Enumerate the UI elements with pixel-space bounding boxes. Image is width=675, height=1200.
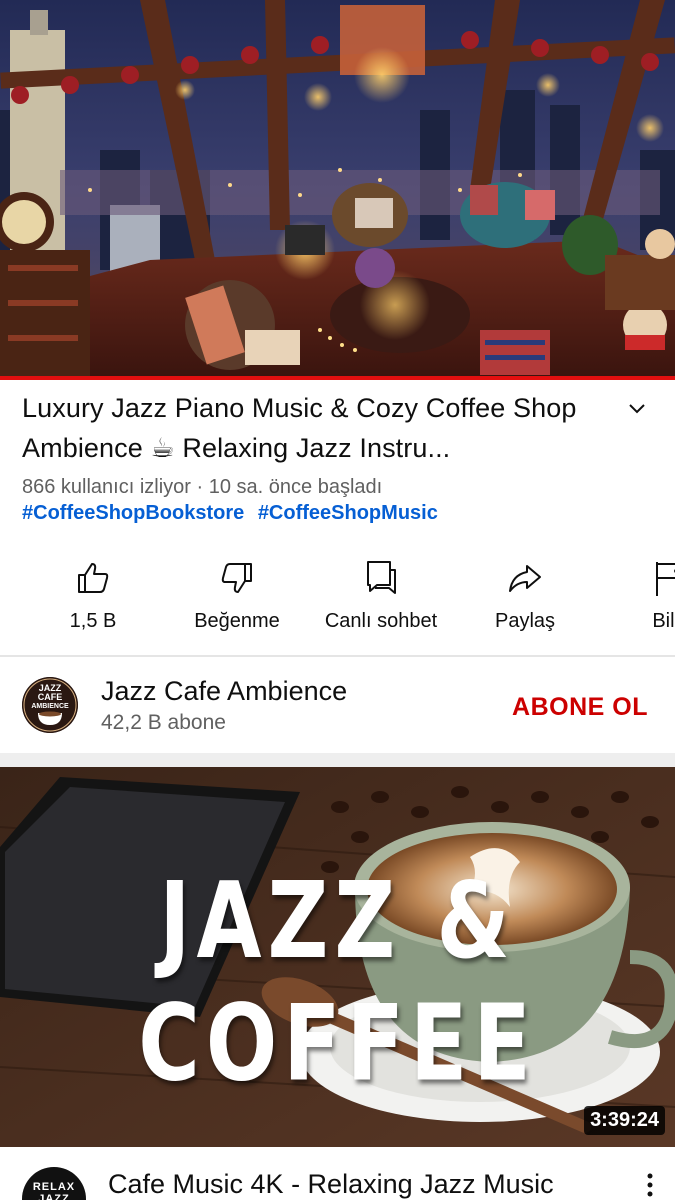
share-button[interactable]: Paylaş bbox=[455, 558, 595, 633]
subscribe-button[interactable]: ABONE OL bbox=[500, 687, 660, 727]
next-video-row[interactable]: RELAX JAZZ Cafe Music 4K - Relaxing Jazz… bbox=[0, 1147, 675, 1200]
live-chat-label: Canlı sohbet bbox=[324, 610, 438, 632]
channel-row[interactable]: JAZZ CAFE AMBIENCE Jazz Cafe Ambience 42… bbox=[0, 657, 675, 753]
cozy-cafe-illustration bbox=[0, 0, 675, 378]
dislike-button[interactable]: Beğenme bbox=[167, 558, 307, 633]
next-channel-avatar[interactable]: RELAX JAZZ bbox=[22, 1167, 86, 1200]
share-label: Paylaş bbox=[494, 610, 556, 632]
video-meta: 866 kullanıcı izliyor · 10 sa. önce başl… bbox=[22, 476, 383, 498]
video-info: Luxury Jazz Piano Music & Cozy Coffee Sh… bbox=[0, 380, 675, 655]
more-options-icon[interactable] bbox=[640, 1171, 660, 1200]
video-thumbnail[interactable]: JAZZ & COFFEE 3:39:24 bbox=[0, 767, 675, 1147]
share-icon bbox=[509, 565, 541, 592]
live-chat-icon bbox=[367, 561, 396, 594]
chevron-down-icon[interactable] bbox=[624, 396, 650, 422]
like-count: 1,5 B bbox=[69, 610, 117, 632]
thumbnail-overlay-text: JAZZ & COFFEE bbox=[138, 859, 537, 1105]
live-chat-button[interactable]: Canlı sohbet bbox=[311, 558, 451, 633]
channel-avatar[interactable]: JAZZ CAFE AMBIENCE bbox=[22, 677, 78, 733]
avatar-text: CAFE bbox=[38, 692, 63, 702]
action-bar: 1,5 B Beğenme Canlı sohbet Paylaş Bil bbox=[0, 550, 675, 650]
hashtag-link[interactable]: #CoffeeShopMusic bbox=[258, 502, 438, 524]
hashtags: #CoffeeShopBookstore #CoffeeShopMusic bbox=[22, 502, 446, 525]
subscriber-count: 42,2 B abone bbox=[101, 711, 226, 734]
video-player-thumbnail[interactable] bbox=[0, 0, 675, 378]
video-title[interactable]: Luxury Jazz Piano Music & Cozy Coffee Sh… bbox=[22, 388, 602, 468]
section-separator bbox=[0, 753, 675, 767]
report-button[interactable]: Bild bbox=[599, 558, 675, 633]
like-icon bbox=[78, 563, 109, 593]
dislike-icon bbox=[221, 563, 252, 593]
duration-badge: 3:39:24 bbox=[584, 1106, 665, 1135]
dislike-label: Beğenme bbox=[194, 610, 280, 632]
avatar-text: RELAX JAZZ bbox=[32, 1181, 76, 1200]
channel-name[interactable]: Jazz Cafe Ambience bbox=[101, 676, 347, 707]
next-video-title[interactable]: Cafe Music 4K - Relaxing Jazz Music bbox=[108, 1169, 554, 1200]
report-flag-icon bbox=[656, 562, 675, 596]
avatar-text: AMBIENCE bbox=[31, 703, 69, 710]
channel-logo: JAZZ CAFE AMBIENCE bbox=[22, 677, 78, 733]
hashtag-link[interactable]: #CoffeeShopBookstore bbox=[22, 502, 244, 524]
report-label: Bild bbox=[652, 610, 675, 632]
like-button[interactable]: 1,5 B bbox=[23, 558, 163, 633]
